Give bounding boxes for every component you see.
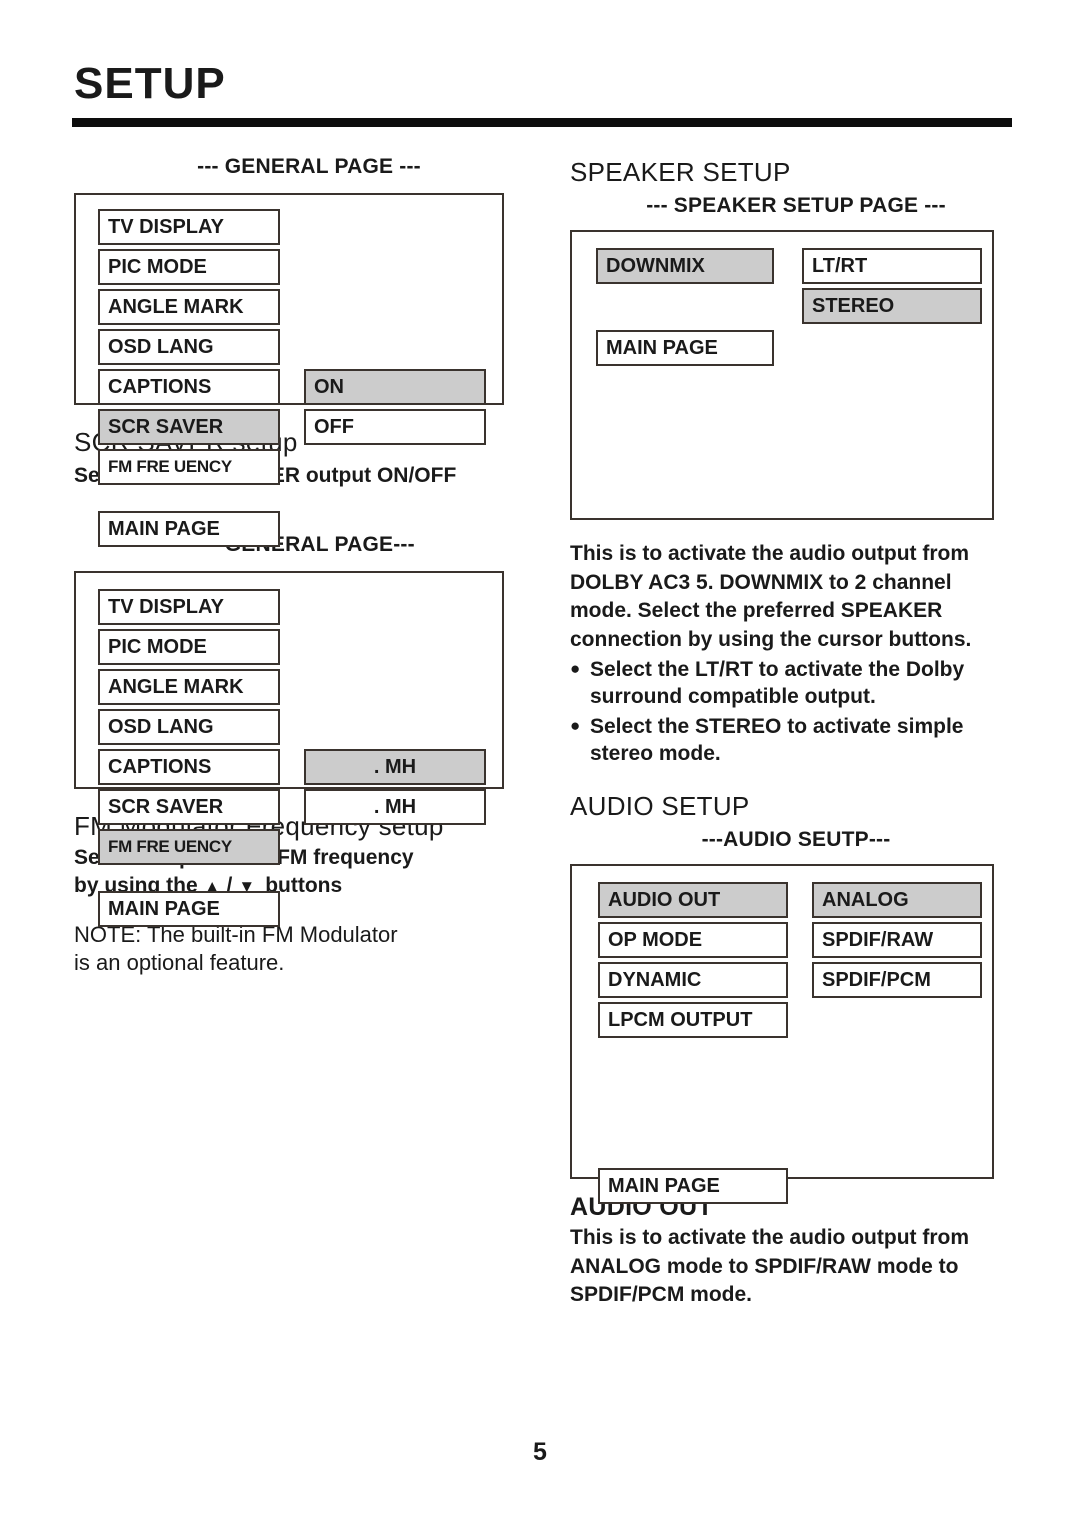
- speaker-setup-description: This is to activate the audio output fro…: [570, 542, 972, 651]
- bullet-icon: ●: [570, 715, 581, 735]
- menu-item-downmix[interactable]: DOWNMIX: [596, 248, 774, 284]
- menu-item-tv-display[interactable]: TV DISPLAY: [98, 589, 280, 626]
- audio-setup-caption: ---AUDIO SEUTP---: [701, 828, 891, 852]
- bullet-icon: ●: [570, 659, 581, 679]
- page-number: 5: [533, 1438, 547, 1466]
- option-spdif-pcm[interactable]: SPDIF/PCM: [812, 962, 982, 999]
- option-lt-rt[interactable]: LT/RT: [802, 248, 982, 284]
- audio-setup-menu: AUDIO OUT OP MODE DYNAMIC LPCM OUTPUT MA…: [570, 864, 994, 1205]
- menu-item-captions[interactable]: CAPTIONS: [98, 369, 280, 405]
- page-title: SETUP: [74, 59, 226, 108]
- audio-out-description: This is to activate the audio output fro…: [570, 1226, 970, 1306]
- menu-item-pic-mode[interactable]: PIC MODE: [98, 249, 280, 285]
- menu-item-main-page[interactable]: MAIN PAGE: [596, 330, 774, 366]
- speaker-setup-caption: --- SPEAKER SETUP PAGE ---: [646, 194, 946, 217]
- title-divider: [72, 118, 1012, 127]
- general-page-2-menu: TV DISPLAY PIC MODE ANGLE MARK OSD LANG …: [74, 571, 504, 928]
- speaker-setup-menu: DOWNMIX MAIN PAGE LT/RT STEREO: [570, 230, 994, 520]
- general-page-2-items: TV DISPLAY PIC MODE ANGLE MARK OSD LANG …: [98, 589, 280, 931]
- menu-item-scr-saver[interactable]: SCR SAVER: [98, 409, 280, 445]
- speaker-setup-bullet-lt-rt: ● Select the LT/RT to activate the Dolby…: [570, 656, 1022, 711]
- menu-item-main-page[interactable]: MAIN PAGE: [98, 511, 280, 547]
- left-column: --- GENERAL PAGE --- TV DISPLAY PIC MODE…: [74, 155, 544, 978]
- option-stereo[interactable]: STEREO: [802, 288, 982, 324]
- menu-item-main-page[interactable]: MAIN PAGE: [98, 891, 280, 928]
- menu-item-main-page[interactable]: MAIN PAGE: [598, 1168, 788, 1205]
- menu-item-op-mode[interactable]: OP MODE: [598, 922, 788, 959]
- audio-setup-heading: AUDIO SETUP: [570, 791, 750, 822]
- speaker-setup-items: DOWNMIX MAIN PAGE: [596, 248, 774, 370]
- audio-setup-options: ANALOG SPDIF/RAW SPDIF/PCM: [812, 882, 982, 1002]
- menu-item-dynamic[interactable]: DYNAMIC: [598, 962, 788, 999]
- menu-item-tv-display[interactable]: TV DISPLAY: [98, 209, 280, 245]
- general-page-2-options: . MH . MH: [304, 749, 486, 829]
- menu-item-fm-frequency[interactable]: FM FRE UENCY: [98, 829, 280, 866]
- general-page-1-menu: TV DISPLAY PIC MODE ANGLE MARK OSD LANG …: [74, 193, 504, 547]
- option-fm-frequency-current[interactable]: . MH: [304, 749, 486, 786]
- menu-item-lpcm-output[interactable]: LPCM OUTPUT: [598, 1002, 788, 1039]
- general-page-1-options: ON OFF: [304, 369, 486, 449]
- option-fm-frequency-alt[interactable]: . MH: [304, 789, 486, 826]
- menu-item-osd-lang[interactable]: OSD LANG: [98, 709, 280, 746]
- speaker-setup-options: LT/RT STEREO: [802, 248, 982, 328]
- speaker-setup-bullet-stereo: ● Select the STEREO to activate simple s…: [570, 713, 1022, 768]
- option-analog[interactable]: ANALOG: [812, 882, 982, 919]
- menu-item-angle-mark[interactable]: ANGLE MARK: [98, 289, 280, 325]
- option-spdif-raw[interactable]: SPDIF/RAW: [812, 922, 982, 959]
- menu-item-audio-out[interactable]: AUDIO OUT: [598, 882, 788, 919]
- general-page-1-items: TV DISPLAY PIC MODE ANGLE MARK OSD LANG …: [98, 209, 280, 551]
- speaker-setup-bullet-lt-rt-text: Select the LT/RT to activate the Dolby s…: [590, 658, 965, 709]
- general-page-1-caption: --- GENERAL PAGE ---: [197, 155, 421, 178]
- menu-item-pic-mode[interactable]: PIC MODE: [98, 629, 280, 666]
- speaker-setup-bullet-stereo-text: Select the STEREO to activate simple ste…: [590, 714, 964, 766]
- menu-item-fm-frequency[interactable]: FM FRE UENCY: [98, 449, 280, 485]
- right-column: SPEAKER SETUP --- SPEAKER SETUP PAGE ---…: [570, 155, 1022, 1309]
- speaker-setup-heading: SPEAKER SETUP: [570, 157, 791, 187]
- menu-item-scr-saver[interactable]: SCR SAVER: [98, 789, 280, 826]
- menu-item-angle-mark[interactable]: ANGLE MARK: [98, 669, 280, 706]
- menu-item-osd-lang[interactable]: OSD LANG: [98, 329, 280, 365]
- audio-setup-items: AUDIO OUT OP MODE DYNAMIC LPCM OUTPUT MA…: [598, 882, 788, 1208]
- option-scr-saver-off[interactable]: OFF: [304, 409, 486, 445]
- option-scr-saver-on[interactable]: ON: [304, 369, 486, 405]
- menu-item-captions[interactable]: CAPTIONS: [98, 749, 280, 786]
